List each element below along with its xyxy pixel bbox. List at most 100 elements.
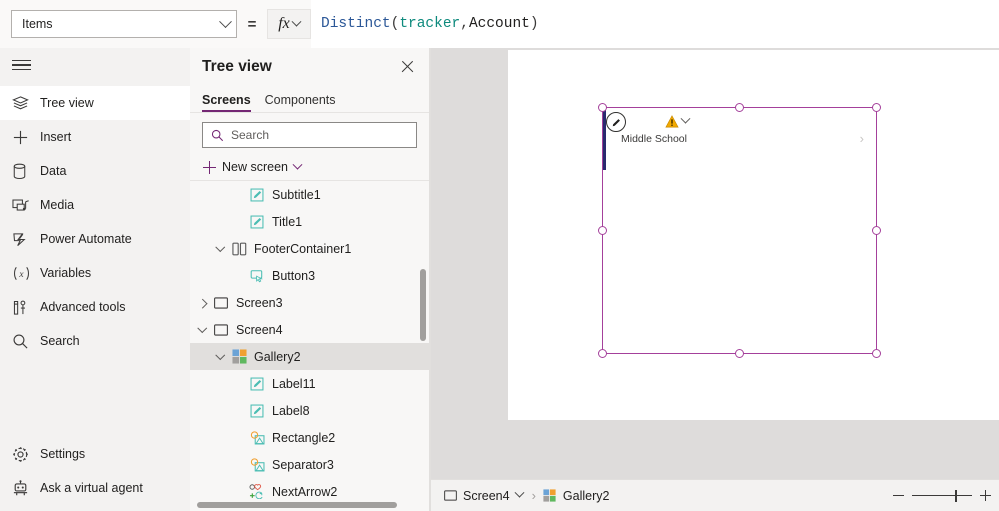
tree-node-screen3[interactable]: Screen3 xyxy=(190,289,429,316)
formula-token-tbl: tracker xyxy=(399,16,461,32)
resize-handle-top-center[interactable] xyxy=(734,103,744,112)
formula-input[interactable]: Distinct(tracker,Account) xyxy=(311,0,999,48)
svg-text:x: x xyxy=(18,269,24,279)
resize-handle-bottom-center[interactable] xyxy=(734,349,744,358)
tree-node-label: Rectangle2 xyxy=(272,430,336,445)
rail-item-variables[interactable]: x Variables xyxy=(0,256,190,290)
label-icon xyxy=(246,377,268,391)
rail-item-label: Settings xyxy=(40,447,86,461)
tree-node-footercontainer1[interactable]: FooterContainer1 xyxy=(190,235,429,262)
resize-handle-bottom-right[interactable] xyxy=(872,349,881,358)
tree-horizontal-scrollbar[interactable] xyxy=(197,502,397,508)
resize-handle-middle-right[interactable] xyxy=(872,225,881,235)
breadcrumb-separator: › xyxy=(531,488,536,503)
rail-item-settings[interactable]: Settings xyxy=(0,437,190,471)
label-icon xyxy=(246,215,268,229)
gallery-selection-frame[interactable]: Middle School › xyxy=(598,103,881,358)
rail-item-list: Tree view Insert Data Media Power Automate x V… xyxy=(0,82,190,437)
rail-item-label: Ask a virtual agent xyxy=(40,481,143,495)
new-screen-button[interactable]: New screen xyxy=(190,154,429,180)
chevron-right-icon[interactable] xyxy=(194,299,210,309)
tree-vertical-scrollbar[interactable] xyxy=(420,269,426,341)
breadcrumb-control-label: Gallery2 xyxy=(562,488,610,503)
rail-item-data[interactable]: Data xyxy=(0,154,190,188)
pencil-edit-icon[interactable] xyxy=(606,112,626,132)
search-box[interactable] xyxy=(202,122,417,148)
screen-icon xyxy=(210,296,232,309)
gallery-item-label: Middle School xyxy=(621,133,687,145)
close-icon[interactable] xyxy=(397,56,419,78)
zoom-control xyxy=(893,489,991,503)
next-arrow-chevron-icon[interactable]: › xyxy=(860,131,864,146)
tab-screens[interactable]: Screens xyxy=(202,93,251,112)
formula-token-col: Account xyxy=(468,16,530,32)
rail-item-power-automate[interactable]: Power Automate xyxy=(0,222,190,256)
tree-node-label: Label8 xyxy=(272,403,310,418)
rail-item-search[interactable]: Search xyxy=(0,324,190,358)
canvas-area[interactable]: Middle School › xyxy=(431,48,999,479)
panel-title: Tree view xyxy=(202,58,272,75)
tree-node-label8[interactable]: Label8 xyxy=(190,397,429,424)
rail-bottom-list: Settings Ask a virtual agent xyxy=(0,437,190,511)
tree-node-button3[interactable]: Button3 xyxy=(190,262,429,289)
rail-item-media[interactable]: Media xyxy=(0,188,190,222)
tab-components[interactable]: Components xyxy=(265,93,336,112)
pencil-glyph xyxy=(612,118,620,126)
rail-item-insert[interactable]: Insert xyxy=(0,120,190,154)
zoom-slider-thumb[interactable] xyxy=(955,489,958,502)
shape-icon xyxy=(246,457,268,472)
tree-node-title1[interactable]: Title1 xyxy=(190,208,429,235)
gallery-icon xyxy=(543,489,556,502)
tree-node-label: Button3 xyxy=(272,268,316,283)
chevron-down-icon[interactable] xyxy=(212,350,228,360)
gallery-warning-button[interactable] xyxy=(665,113,691,128)
power-automate-icon xyxy=(12,231,38,248)
chevron-down-icon xyxy=(680,113,691,124)
search-input[interactable] xyxy=(231,128,408,142)
zoom-in-button[interactable] xyxy=(980,490,991,501)
tree-node-gallery2[interactable]: Gallery2 xyxy=(190,343,429,370)
gallery-icon xyxy=(228,349,250,364)
rail-item-label: Search xyxy=(40,334,80,348)
chevron-down-icon[interactable] xyxy=(212,242,228,252)
tree-node-screen4[interactable]: Screen4 xyxy=(190,316,429,343)
rail-item-advanced-tools[interactable]: Advanced tools xyxy=(0,290,190,324)
zoom-slider[interactable] xyxy=(912,489,972,503)
property-select[interactable]: Items xyxy=(11,10,237,38)
resize-handle-middle-left[interactable] xyxy=(598,225,607,235)
tree-node-nextarrow2[interactable]: NextArrow2 xyxy=(190,478,429,499)
rail-item-label: Variables xyxy=(40,266,92,280)
formula-token-fn: Distinct xyxy=(321,16,391,32)
tree-node-separator3[interactable]: Separator3 xyxy=(190,451,429,478)
app-screen-surface[interactable]: Middle School › xyxy=(508,50,999,420)
tree-node-rectangle2[interactable]: Rectangle2 xyxy=(190,424,429,451)
resize-handle-top-left[interactable] xyxy=(598,103,607,112)
new-screen-label: New screen xyxy=(222,160,288,174)
chevron-down-icon[interactable] xyxy=(194,323,210,333)
chevron-down-icon xyxy=(219,14,232,28)
tree-node-label11[interactable]: Label11 xyxy=(190,370,429,397)
tree-node-label: Subtitle1 xyxy=(272,187,321,202)
tree-node-label: FooterContainer1 xyxy=(254,241,352,256)
breadcrumb-control[interactable]: Gallery2 xyxy=(543,488,610,503)
chevron-down-icon xyxy=(292,159,303,170)
resize-handle-top-right[interactable] xyxy=(872,103,881,112)
fx-button[interactable]: fx xyxy=(267,9,311,39)
tree-node-label: Separator3 xyxy=(272,457,334,472)
rail-item-ask-a-virtual-agent[interactable]: Ask a virtual agent xyxy=(0,471,190,505)
screen-icon xyxy=(444,490,457,501)
rail-item-label: Media xyxy=(40,198,75,212)
hamburger-menu-button[interactable] xyxy=(0,48,190,82)
gear-icon xyxy=(12,446,38,463)
resize-handle-bottom-left[interactable] xyxy=(598,349,607,358)
formula-token-punct: , xyxy=(460,16,469,32)
rail-item-label: Power Automate xyxy=(40,232,132,246)
zoom-out-button[interactable] xyxy=(893,494,904,497)
fx-icon: fx xyxy=(278,15,290,32)
breadcrumb-screen[interactable]: Screen4 xyxy=(431,487,525,503)
media-icon xyxy=(12,197,38,214)
database-icon xyxy=(12,163,38,180)
rail-item-tree-view[interactable]: Tree view xyxy=(0,86,190,120)
shape-icon xyxy=(246,430,268,445)
tree-node-subtitle1[interactable]: Subtitle1 xyxy=(190,181,429,208)
